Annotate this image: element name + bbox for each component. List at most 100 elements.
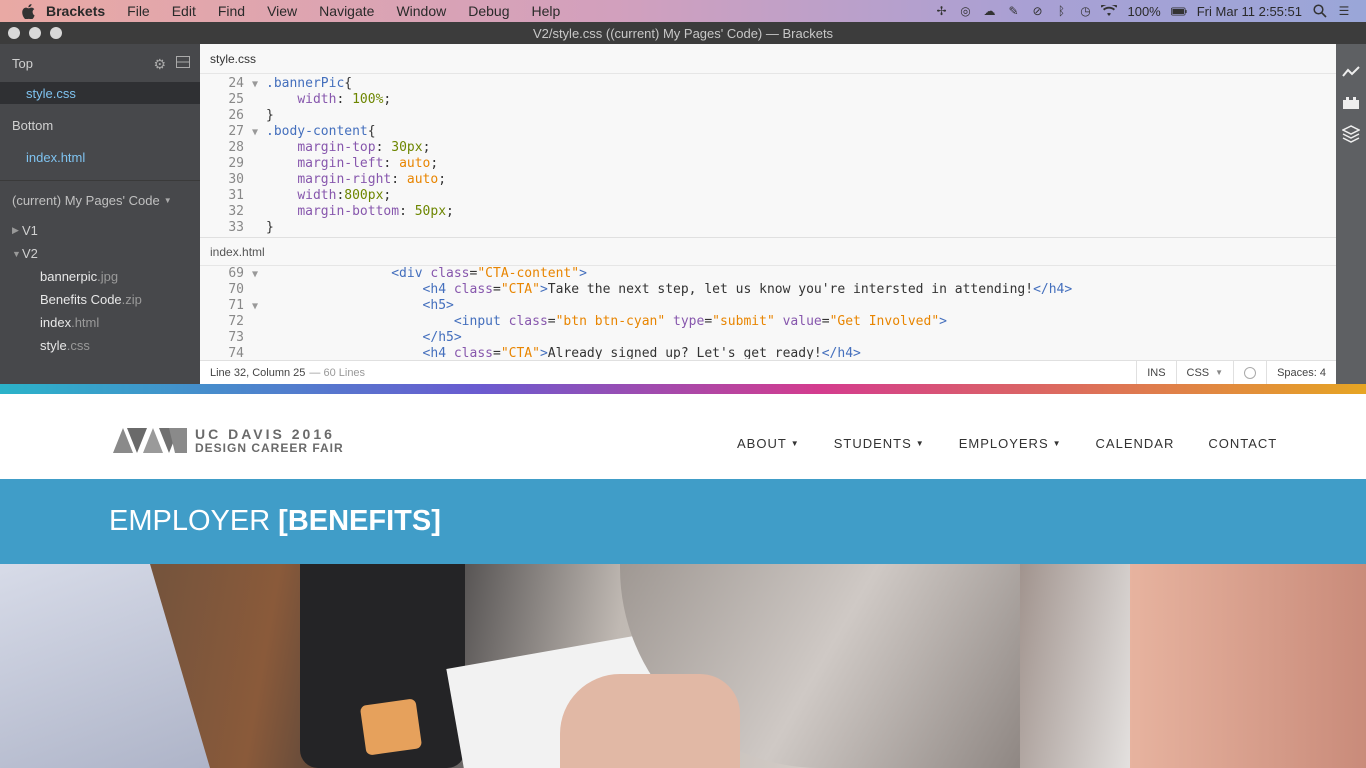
macos-menubar: Brackets File Edit Find View Navigate Wi…	[0, 0, 1366, 22]
code-line[interactable]: 27 ▼ .body-content{	[200, 124, 1336, 140]
code-line[interactable]: 28 margin-top: 30px;	[200, 140, 1336, 156]
code-token: =	[704, 314, 713, 329]
code-line[interactable]: 26}	[200, 108, 1336, 124]
code-pane-top[interactable]: 24 ▼ .bannerPic{25 width: 100%; 26} 27 ▼ .body…	[200, 74, 1336, 237]
line-number: 32	[228, 204, 244, 219]
fold-arrow-icon[interactable]: ▼	[244, 299, 266, 315]
creative-cloud-icon[interactable]: ☁	[981, 4, 997, 18]
insert-mode-toggle[interactable]: INS	[1136, 361, 1175, 384]
menu-view[interactable]: View	[267, 3, 297, 19]
window-titlebar: V2/style.css ((current) My Pages' Code) …	[0, 22, 1366, 44]
code-token: </h4>	[1033, 282, 1073, 297]
code-token: >	[939, 314, 947, 329]
page-banner: EMPLOYER [BENEFITS]	[0, 479, 1366, 564]
clock[interactable]: Fri Mar 11 2:55:51	[1197, 4, 1302, 19]
code-token: 50px	[414, 204, 447, 219]
nav-employers[interactable]: EMPLOYERS ▼	[959, 436, 1062, 451]
code-pane-bottom[interactable]: 69 ▼ <div class="CTA-content"> 70 <h4 clas…	[200, 266, 1336, 359]
top-pane-header[interactable]: style.css	[200, 44, 1336, 74]
wifi-icon[interactable]	[1101, 4, 1118, 18]
minimize-window-button[interactable]	[29, 27, 41, 39]
code-line[interactable]: 25 width: 100%;	[200, 92, 1336, 108]
folder-label: V2	[22, 246, 38, 261]
app-menu-brackets[interactable]: Brackets	[46, 3, 105, 19]
site-logo[interactable]: UC DAVIS 2016 DESIGN CAREER FAIR	[113, 427, 344, 455]
code-token: :	[336, 92, 353, 107]
file-index-html[interactable]: index .html	[0, 311, 200, 334]
project-dropdown[interactable]: (current) My Pages' Code ▼	[0, 181, 200, 219]
file-bannerpic-jpg[interactable]: bannerpic .jpg	[0, 265, 200, 288]
menu-file[interactable]: File	[127, 3, 150, 19]
linter-status[interactable]	[1233, 361, 1266, 384]
window-title: V2/style.css ((current) My Pages' Code) …	[532, 25, 834, 41]
code-token: "submit"	[712, 314, 775, 329]
code-token: <div	[391, 266, 431, 281]
code-line[interactable]: 24 ▼ .bannerPic{	[200, 76, 1336, 92]
nav-calendar[interactable]: CALENDAR	[1096, 436, 1175, 451]
nav-about[interactable]: ABOUT ▼	[737, 436, 800, 451]
close-window-button[interactable]	[8, 27, 20, 39]
code-line[interactable]: 29 margin-left: auto;	[200, 156, 1336, 172]
file-style-css[interactable]: style .css	[0, 334, 200, 357]
evernote-icon[interactable]: ✎	[1005, 4, 1021, 18]
battery-icon[interactable]	[1170, 4, 1187, 18]
code-token: margin-right	[297, 172, 392, 187]
split-view-icon[interactable]	[176, 56, 190, 73]
indent-spaces-select[interactable]: Spaces: 4	[1266, 361, 1336, 384]
code-line[interactable]: 30 margin-right: auto;	[200, 172, 1336, 188]
menu-edit[interactable]: Edit	[172, 3, 196, 19]
folder-v1[interactable]: ▶ V1	[0, 219, 200, 242]
code-line[interactable]: 69 ▼ <div class="CTA-content">	[200, 266, 1336, 282]
bottom-pane-header[interactable]: index.html	[200, 238, 1336, 266]
menu-navigate[interactable]: Navigate	[319, 3, 374, 19]
folder-v2[interactable]: ▼ V2	[0, 242, 200, 265]
nav-students[interactable]: STUDENTS ▼	[834, 436, 925, 451]
block-icon[interactable]: ⊘	[1029, 4, 1045, 18]
fold-arrow-icon[interactable]: ▼	[244, 125, 266, 141]
line-number: 29	[228, 156, 244, 171]
pinwheel-icon[interactable]: ✢	[933, 4, 949, 18]
fold-arrow-icon[interactable]: ▼	[244, 267, 266, 283]
menu-help[interactable]: Help	[532, 3, 561, 19]
code-line[interactable]: 73 </h5>	[200, 330, 1336, 346]
spotlight-search-icon[interactable]	[1312, 4, 1328, 18]
bluetooth-icon[interactable]: ᛒ	[1053, 4, 1069, 18]
aperture-icon[interactable]: ◎	[957, 4, 973, 18]
menu-debug[interactable]: Debug	[468, 3, 509, 19]
live-preview-icon[interactable]	[1341, 62, 1361, 82]
nav-contact[interactable]: CONTACT	[1208, 436, 1277, 451]
code-line[interactable]: 31 width:800px;	[200, 188, 1336, 204]
notification-center-icon[interactable]: ☰	[1336, 4, 1352, 18]
gear-icon[interactable]: ⚙	[153, 56, 166, 73]
file-ext: .html	[71, 315, 100, 330]
layers-icon[interactable]	[1341, 124, 1361, 144]
code-line[interactable]: 72 <input class="btn btn-cyan" type="sub…	[200, 314, 1336, 330]
code-line[interactable]: 70 <h4 class="CTA">Take the next step, l…	[200, 282, 1336, 298]
language-select[interactable]: CSS ▼	[1175, 361, 1234, 384]
file-base: Benefits Code	[40, 292, 122, 307]
code-token: >	[539, 346, 548, 359]
code-line[interactable]: 32 margin-bottom: 50px;	[200, 204, 1336, 220]
fold-arrow-icon[interactable]: ▼	[244, 77, 266, 93]
zoom-window-button[interactable]	[50, 27, 62, 39]
code-line[interactable]: 71 ▼ <h5>	[200, 298, 1336, 314]
menu-find[interactable]: Find	[218, 3, 245, 19]
menu-window[interactable]: Window	[396, 3, 446, 19]
cursor-position[interactable]: Line 32, Column 25	[200, 367, 305, 379]
code-line[interactable]: 74 <h4 class="CTA">Already signed up? Le…	[200, 346, 1336, 359]
apple-menu-icon[interactable]	[20, 3, 36, 19]
file-benefits-code-zip[interactable]: Benefits Code .zip	[0, 288, 200, 311]
battery-percent[interactable]: 100%	[1127, 4, 1160, 19]
working-file-style-css[interactable]: style.css	[0, 82, 200, 104]
working-file-index-html[interactable]: index.html	[0, 146, 200, 168]
time-machine-icon[interactable]: ◷	[1077, 4, 1093, 18]
code-line[interactable]: 33}	[200, 220, 1336, 236]
top-pane-title: style.css	[210, 51, 257, 66]
chevron-down-icon: ▼	[163, 195, 172, 205]
extension-manager-icon[interactable]	[1341, 93, 1361, 113]
code-token: 30px	[391, 140, 423, 155]
